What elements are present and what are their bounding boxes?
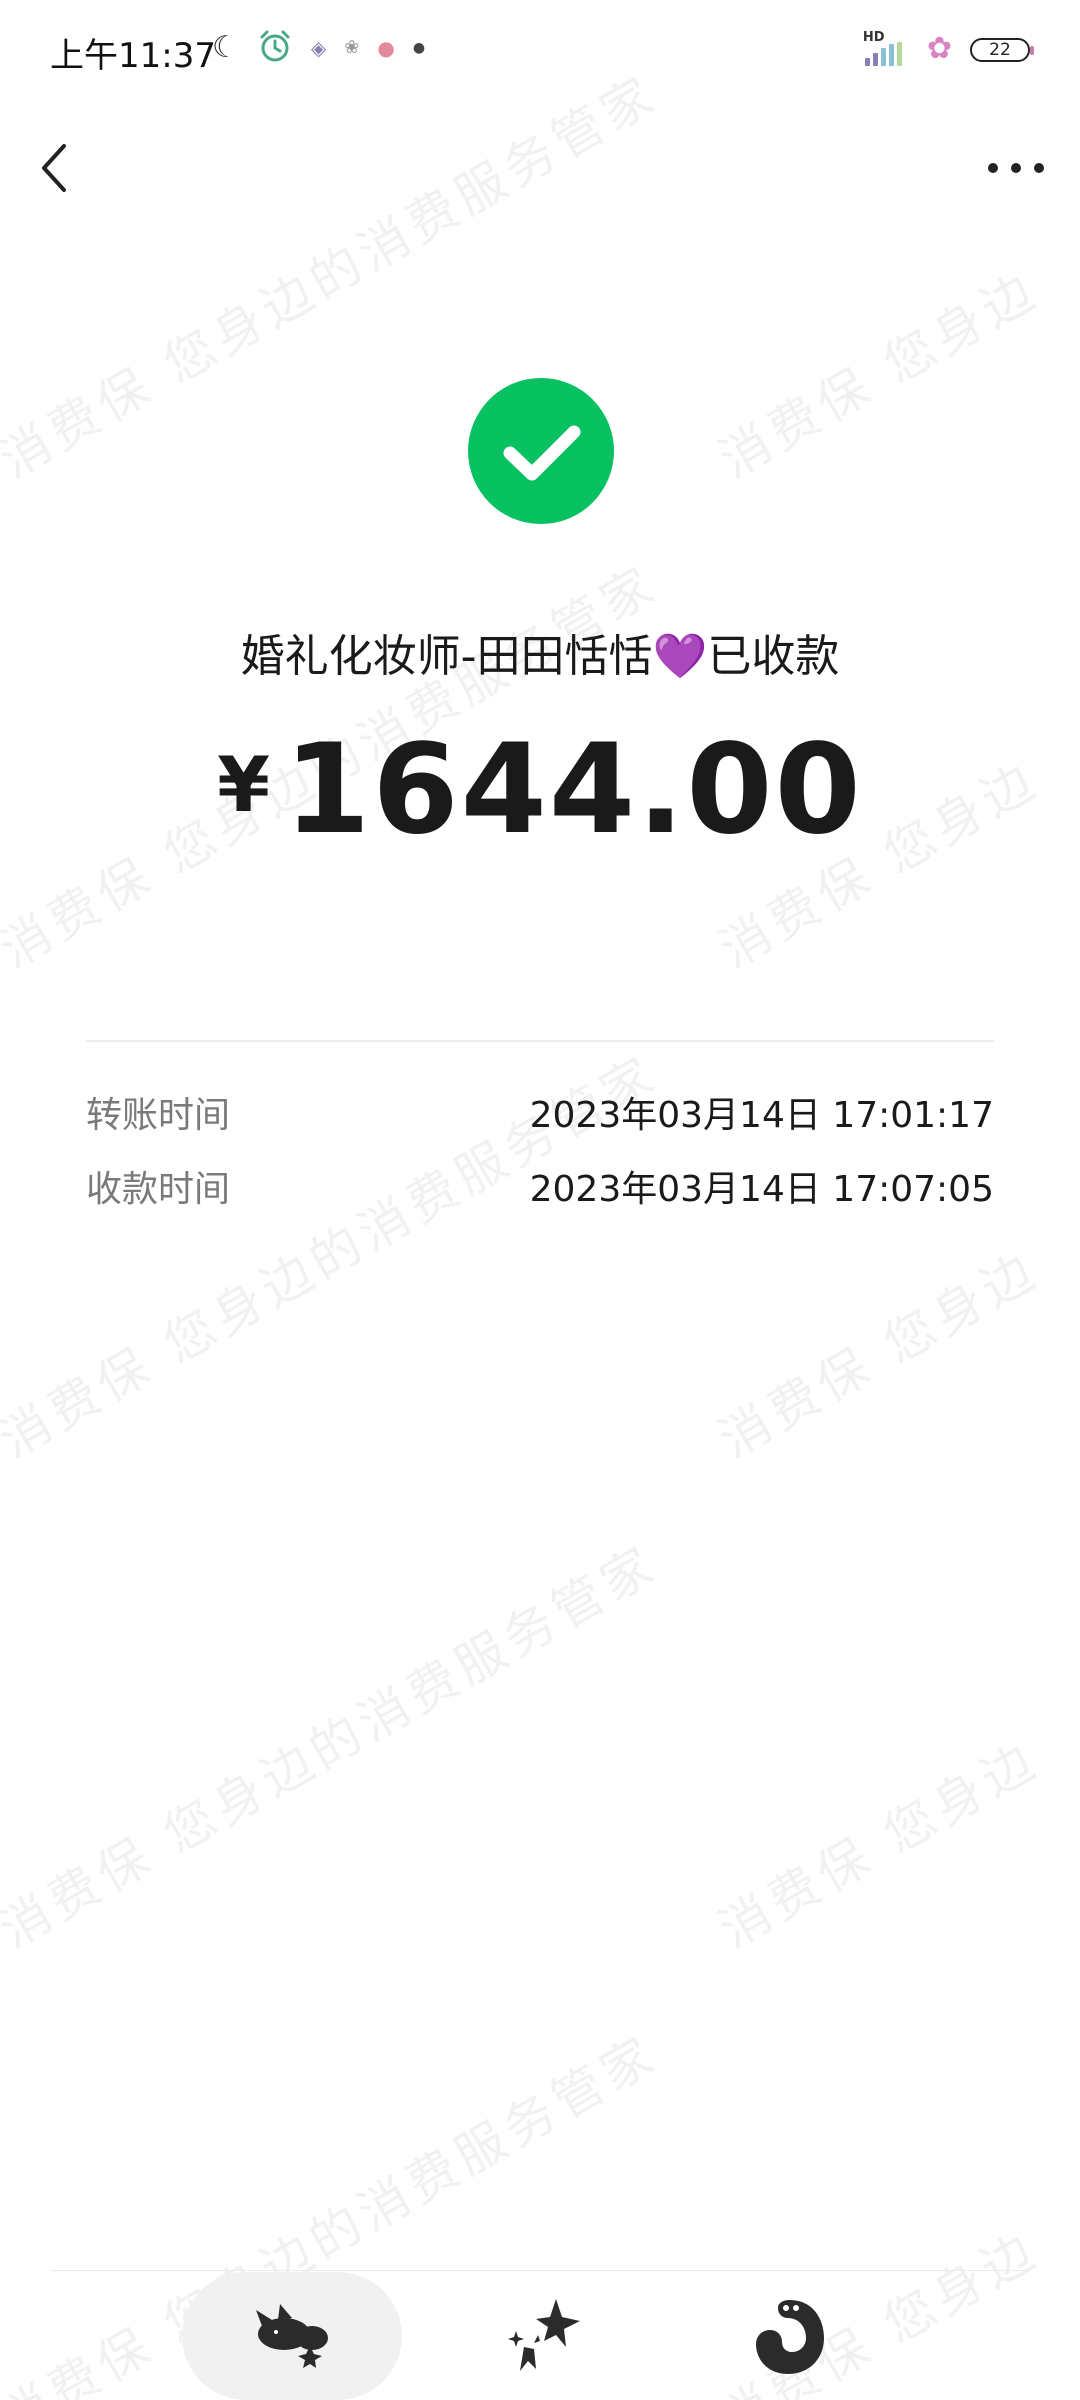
tab-cat[interactable] <box>182 2272 402 2400</box>
cat-sticker-icon <box>256 2304 328 2368</box>
watermark-text: 消费保 您身边 <box>709 260 1049 490</box>
app-notification-icon: ◈ <box>310 36 327 60</box>
signal-bar <box>864 58 870 66</box>
detail-row-receive-time: 收款时间 2023年03月14日 17:07:05 <box>86 1156 994 1216</box>
signal-bar <box>872 53 878 66</box>
check-circle-icon <box>468 378 614 524</box>
watermark-text: 消费保 您身边的消费服务管家 <box>0 1534 668 1960</box>
battery-icon: 22 <box>970 38 1034 62</box>
status-icons: ☾ ◈ ❀ ● ● <box>212 26 425 70</box>
dot-icon: ● <box>412 40 426 56</box>
more-button[interactable] <box>988 150 1044 186</box>
status-time: 上午11:37 <box>50 36 216 76</box>
currency-symbol: ¥ <box>217 740 271 829</box>
tab-wand[interactable] <box>432 2272 652 2400</box>
app-notification-icon: ❀ <box>344 37 360 58</box>
watermark-text: 消费保 您身边 <box>709 1730 1049 1960</box>
watermark-text: 消费保 您身边 <box>709 1240 1049 1470</box>
bottom-divider <box>50 2270 1030 2271</box>
amount: ¥1644.00 <box>0 718 1080 862</box>
detail-value: 2023年03月14日 17:07:05 <box>529 1169 994 1210</box>
amount-value: 1644.00 <box>284 718 863 862</box>
divider <box>86 1040 994 1042</box>
checkmark-icon <box>503 425 581 481</box>
signal-bar <box>880 48 886 66</box>
payee-name: 婚礼化妆师-田田恬恬 <box>240 631 653 682</box>
signal-bar <box>888 44 894 66</box>
tab-snake[interactable] <box>680 2272 900 2400</box>
status-bar: 上午11:37 ☾ ◈ ❀ ● ● HD ✿ 22 <box>0 0 1080 100</box>
more-dots-icon <box>988 163 998 173</box>
bottom-nav <box>0 2272 1080 2400</box>
detail-value: 2023年03月14日 17:01:17 <box>529 1095 994 1136</box>
detail-row-transfer-time: 转账时间 2023年03月14日 17:01:17 <box>86 1082 994 1142</box>
heart-emoji: 💜 <box>652 631 708 682</box>
detail-label: 转账时间 <box>86 1095 231 1136</box>
moon-icon: ☾ <box>212 30 239 65</box>
app-notification-icon: ● <box>377 36 395 60</box>
more-dots-icon <box>1011 163 1021 173</box>
back-button[interactable] <box>34 140 78 196</box>
snake-sticker-icon <box>756 2300 824 2374</box>
more-dots-icon <box>1034 163 1044 173</box>
alarm-icon <box>257 28 293 68</box>
payee-status-line: 婚礼化妆师-田田恬恬💜已收款 <box>0 620 1080 684</box>
status-text: 已收款 <box>707 631 840 682</box>
sticker-icon: ✿ <box>926 30 952 66</box>
status-right-icons: HD ✿ 22 <box>863 28 1034 68</box>
magic-wand-icon <box>508 2299 580 2371</box>
battery-level: 22 <box>989 40 1011 60</box>
network-label: HD <box>862 30 885 45</box>
signal-bar <box>896 42 902 66</box>
chevron-left-icon <box>42 144 66 192</box>
detail-label: 收款时间 <box>86 1169 231 1210</box>
signal-icon: HD <box>863 28 909 68</box>
